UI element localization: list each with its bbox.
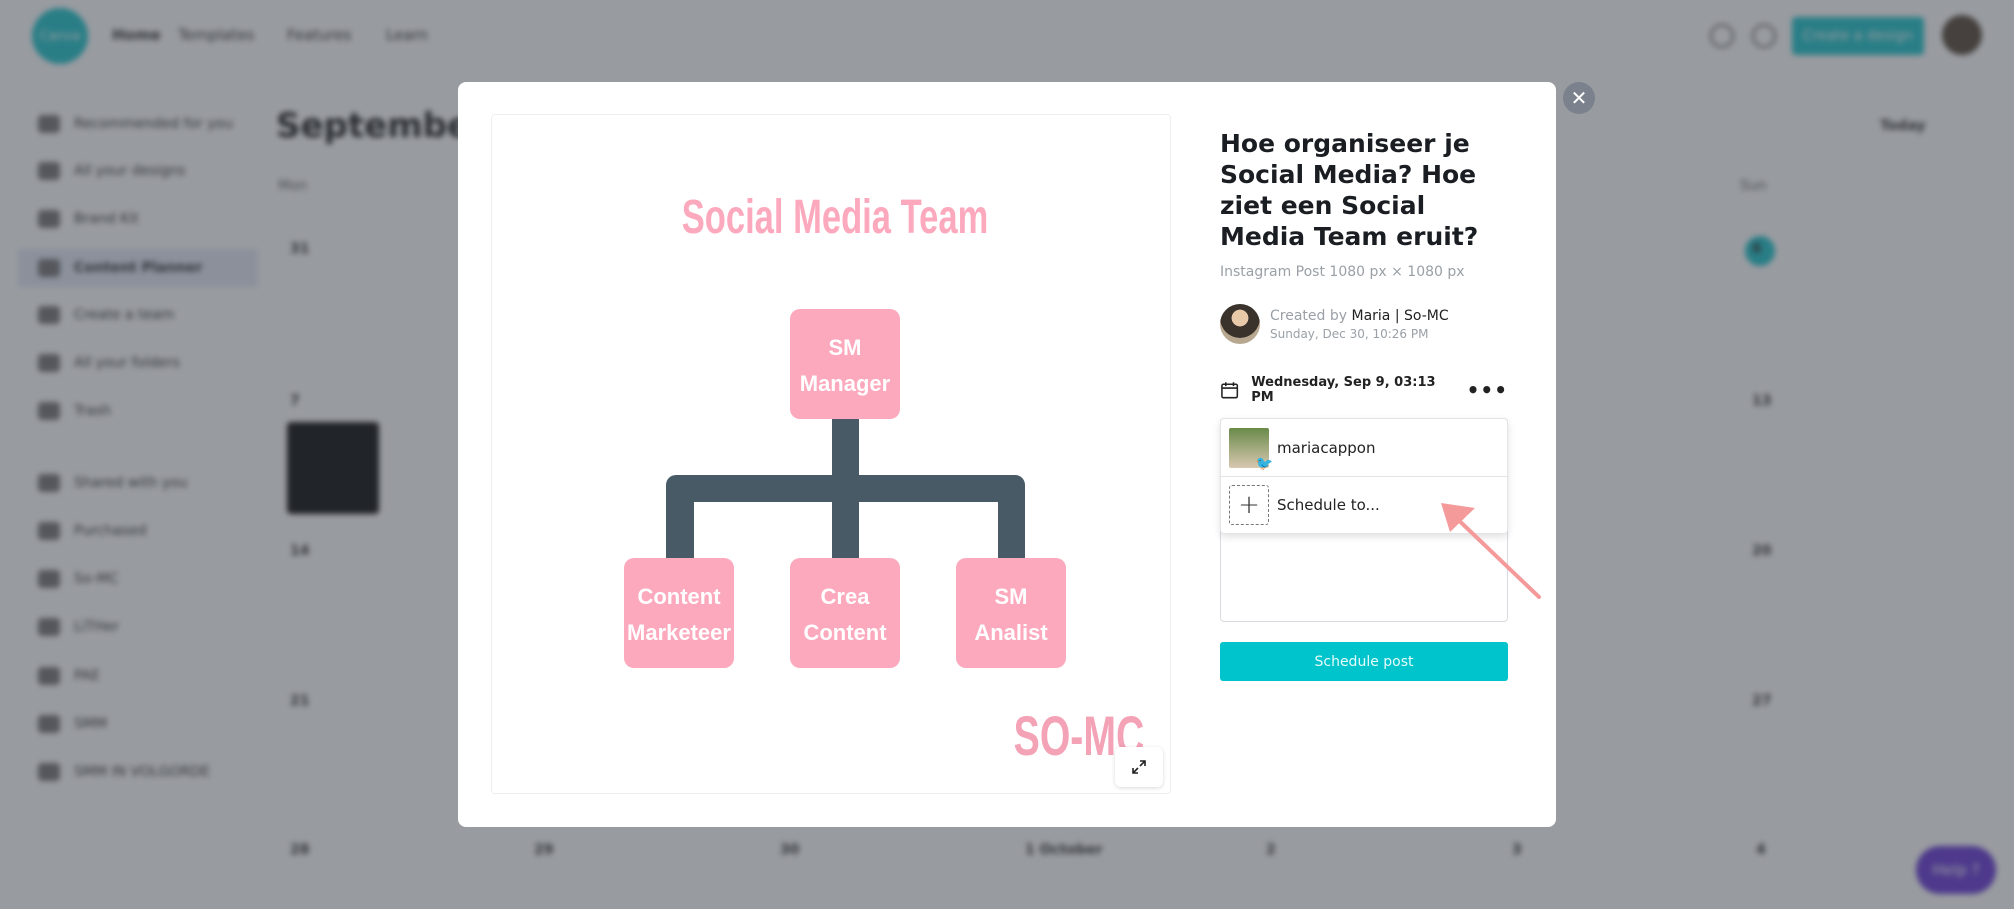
account-dropdown: 🐦 mariacappon + Schedule to... bbox=[1220, 418, 1508, 534]
twitter-icon: 🐦 bbox=[1255, 455, 1273, 472]
svg-text:Analist: Analist bbox=[974, 620, 1048, 645]
design-title: Social Media Team bbox=[682, 189, 989, 243]
org-box-analist bbox=[956, 558, 1066, 668]
schedule-to-option[interactable]: + Schedule to... bbox=[1221, 476, 1507, 533]
svg-text:Content: Content bbox=[803, 620, 887, 645]
svg-text:Manager: Manager bbox=[800, 371, 891, 396]
calendar-icon bbox=[1221, 382, 1239, 399]
org-box-marketeer bbox=[624, 558, 734, 668]
schedule-date-row[interactable]: Wednesday, Sep 9, 03:13 PM ••• bbox=[1220, 375, 1508, 405]
schedule-to-label: Schedule to... bbox=[1277, 496, 1380, 514]
account-avatar: 🐦 bbox=[1229, 427, 1273, 472]
design-name: Hoe organiseer je Social Media? Hoe ziet… bbox=[1220, 129, 1479, 251]
svg-text:Content: Content bbox=[637, 584, 721, 609]
svg-text:SM: SM bbox=[995, 584, 1028, 609]
expand-button[interactable] bbox=[1115, 747, 1163, 787]
close-button[interactable]: ✕ bbox=[1563, 82, 1595, 114]
schedule-post-button[interactable]: Schedule post bbox=[1220, 642, 1508, 681]
created-by-label: Created by bbox=[1270, 307, 1348, 324]
expand-icon bbox=[1132, 760, 1146, 774]
account-name: mariacappon bbox=[1277, 438, 1376, 457]
creator-info: Created by Maria | So-MC Sunday, Dec 30,… bbox=[1220, 304, 1508, 344]
plus-icon: + bbox=[1229, 485, 1269, 525]
more-options-icon[interactable]: ••• bbox=[1467, 378, 1508, 402]
svg-text:Crea: Crea bbox=[821, 584, 871, 609]
post-details: Hoe organiseer je Social Media? Hoe ziet… bbox=[1220, 128, 1508, 681]
schedule-modal: Social Media Team SM Manager Content Mar… bbox=[458, 82, 1556, 827]
created-date: Sunday, Dec 30, 10:26 PM bbox=[1270, 326, 1429, 341]
account-option[interactable]: 🐦 mariacappon bbox=[1221, 419, 1507, 476]
svg-text:SM: SM bbox=[829, 335, 862, 360]
close-icon: ✕ bbox=[1570, 86, 1588, 110]
svg-text:Marketeer: Marketeer bbox=[627, 620, 731, 645]
schedule-date[interactable]: Wednesday, Sep 9, 03:13 PM bbox=[1251, 375, 1454, 405]
creator-avatar bbox=[1220, 304, 1260, 344]
creator-name: Maria | So-MC bbox=[1351, 307, 1449, 324]
org-box-manager bbox=[790, 309, 900, 419]
design-image: Social Media Team SM Manager Content Mar… bbox=[492, 115, 1170, 793]
org-box-content bbox=[790, 558, 900, 668]
design-preview: Social Media Team SM Manager Content Mar… bbox=[491, 114, 1171, 794]
design-dimensions: Instagram Post 1080 px × 1080 px bbox=[1220, 264, 1465, 280]
